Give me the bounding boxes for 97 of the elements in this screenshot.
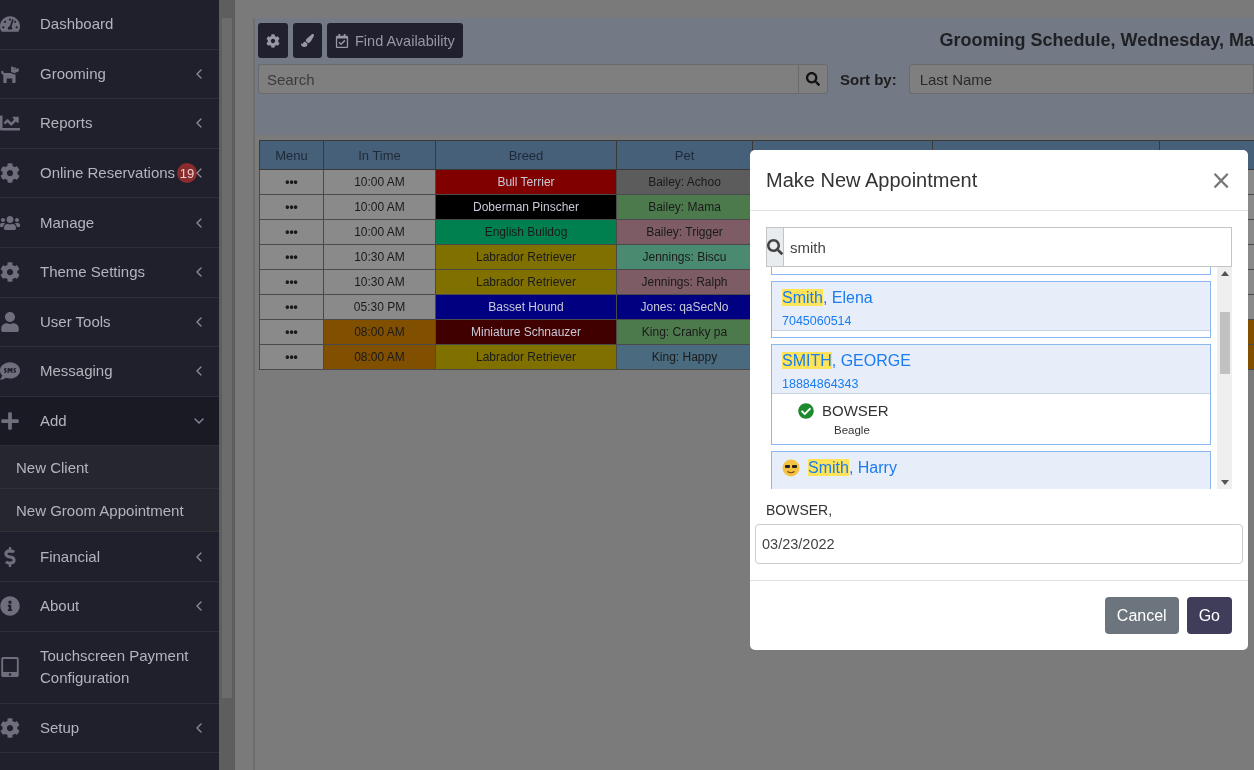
sidebar-label: Messaging <box>39 361 114 382</box>
sidebar-item[interactable]: Online Reservations 19 <box>0 148 219 199</box>
row-menu-button[interactable]: ••• <box>259 319 324 345</box>
find-availability-button[interactable]: Find Availability <box>327 23 463 58</box>
time-cell: 10:30 AM <box>323 244 436 270</box>
info-icon <box>0 596 20 617</box>
column-header: Pet <box>616 140 753 170</box>
client-result-card[interactable]: Smith, Harry <box>771 451 1211 489</box>
row-menu-button[interactable]: ••• <box>259 269 324 295</box>
row-menu-button[interactable]: ••• <box>259 219 324 245</box>
submenu-item[interactable]: New Client <box>0 446 219 490</box>
calendar-check-icon <box>335 33 349 48</box>
breed-cell: Labrador Retriever <box>435 244 617 270</box>
breed-cell: Doberman Pinscher <box>435 194 617 220</box>
count-badge: 19 <box>177 163 197 184</box>
client-phone: 7045060514 <box>782 314 853 328</box>
brush-icon <box>301 34 314 47</box>
sidebar-label: Grooming <box>39 63 107 84</box>
selected-pet-label: BOWSER, <box>766 502 834 518</box>
time-cell: 10:00 AM <box>323 194 436 220</box>
sidebar-label: Touchscreen Payment Configuration <box>39 646 190 689</box>
sort-select[interactable]: Last Name <box>908 64 1254 94</box>
sidebar-label: Financial <box>39 546 102 567</box>
chart-icon <box>0 113 20 134</box>
gear-icon <box>0 262 20 283</box>
sidebar-item[interactable]: About <box>0 581 219 632</box>
search-button[interactable] <box>798 64 828 94</box>
breed-cell: Labrador Retriever <box>435 269 617 295</box>
gear-icon <box>266 33 280 48</box>
brush-button[interactable] <box>293 23 322 58</box>
chat-bubble-icon <box>0 361 20 382</box>
column-header: In Time <box>323 140 436 170</box>
time-cell: 08:00 AM <box>323 344 436 370</box>
gear-icon <box>0 717 20 738</box>
gear-icon <box>0 163 20 184</box>
row-menu-button[interactable]: ••• <box>259 244 324 270</box>
sidebar-label: User Tools <box>39 311 112 332</box>
date-field[interactable]: 03/23/2022 <box>755 524 1243 564</box>
scrollbar-thumb[interactable] <box>1219 312 1230 374</box>
sidebar-label: About <box>39 596 81 617</box>
sidebar-item[interactable]: Setup <box>0 703 219 754</box>
sidebar-label: Setup <box>39 717 81 738</box>
client-result-card[interactable]: SMITH, GEORGE 18884864343 BOWSER Beagle <box>771 344 1211 445</box>
row-menu-button[interactable]: ••• <box>259 344 324 370</box>
go-button[interactable]: Go <box>1186 597 1232 634</box>
sidebar-item[interactable]: Dashboard <box>0 0 219 50</box>
cancel-button[interactable]: Cancel <box>1104 597 1179 634</box>
sidebar-item[interactable]: Messaging <box>0 347 219 397</box>
time-cell: 10:30 AM <box>323 269 436 295</box>
sidebar-label: Manage <box>39 212 96 233</box>
breed-cell: Miniature Schnauzer <box>435 319 617 345</box>
row-menu-button[interactable]: ••• <box>259 294 324 320</box>
schedule-title: Grooming Schedule, Wednesday, Ma <box>939 30 1254 51</box>
submenu-item[interactable]: New Groom Appointment <box>0 489 219 533</box>
column-header: Breed <box>435 140 617 170</box>
sidebar-label: Reports <box>39 113 94 134</box>
scrollbar[interactable] <box>219 0 235 770</box>
user-icon <box>0 311 20 332</box>
client-name: Smith, Harry <box>808 458 897 477</box>
sidebar-label: Online Reservations <box>39 163 177 184</box>
pet-name: BOWSER <box>822 402 889 419</box>
sidebar-label: Dashboard <box>39 14 115 35</box>
scroll-down-arrow-icon[interactable] <box>1220 480 1229 485</box>
breed-cell: Basset Hound <box>435 294 617 320</box>
plus-icon <box>0 411 20 432</box>
sidebar-item[interactable]: Theme Settings <box>0 247 219 298</box>
tablet-icon <box>0 657 20 678</box>
search-field[interactable]: Search <box>258 64 798 94</box>
client-result-card[interactable]: Smith, Elena 7045060514 <box>771 281 1211 338</box>
client-name: SMITH, GEORGE <box>782 351 911 370</box>
breed-cell: English Bulldog <box>435 219 617 245</box>
sort-label: Sort by: <box>840 70 897 88</box>
sidebar-label: Add <box>39 411 68 432</box>
column-header: Menu <box>259 140 324 170</box>
row-menu-button[interactable]: ••• <box>259 169 324 195</box>
client-name: Smith, Elena <box>782 288 873 307</box>
pet-breed: Beagle <box>834 424 871 436</box>
search-icon <box>806 72 820 86</box>
time-cell: 08:00 AM <box>323 319 436 345</box>
client-search-field[interactable]: smith <box>783 227 1232 267</box>
gauge-icon <box>0 14 20 35</box>
list-scrollbar[interactable] <box>1217 267 1232 489</box>
time-cell: 10:00 AM <box>323 219 436 245</box>
settings-button[interactable] <box>258 23 288 58</box>
breed-cell: Bull Terrier <box>435 169 617 195</box>
sidebar-item[interactable]: Add <box>0 396 219 447</box>
scroll-up-arrow-icon[interactable] <box>1220 271 1229 276</box>
breed-cell: Labrador Retriever <box>435 344 617 370</box>
sidebar-item[interactable]: User Tools <box>0 297 219 348</box>
client-phone: 18884864343 <box>782 377 860 391</box>
row-menu-button[interactable]: ••• <box>259 194 324 220</box>
sidebar-label: Theme Settings <box>39 262 147 283</box>
time-cell: 10:00 AM <box>323 169 436 195</box>
dialog-title: Make New Appointment <box>766 168 978 192</box>
dog-icon <box>0 63 20 84</box>
time-cell: 05:30 PM <box>323 294 436 320</box>
search-icon <box>767 239 783 255</box>
